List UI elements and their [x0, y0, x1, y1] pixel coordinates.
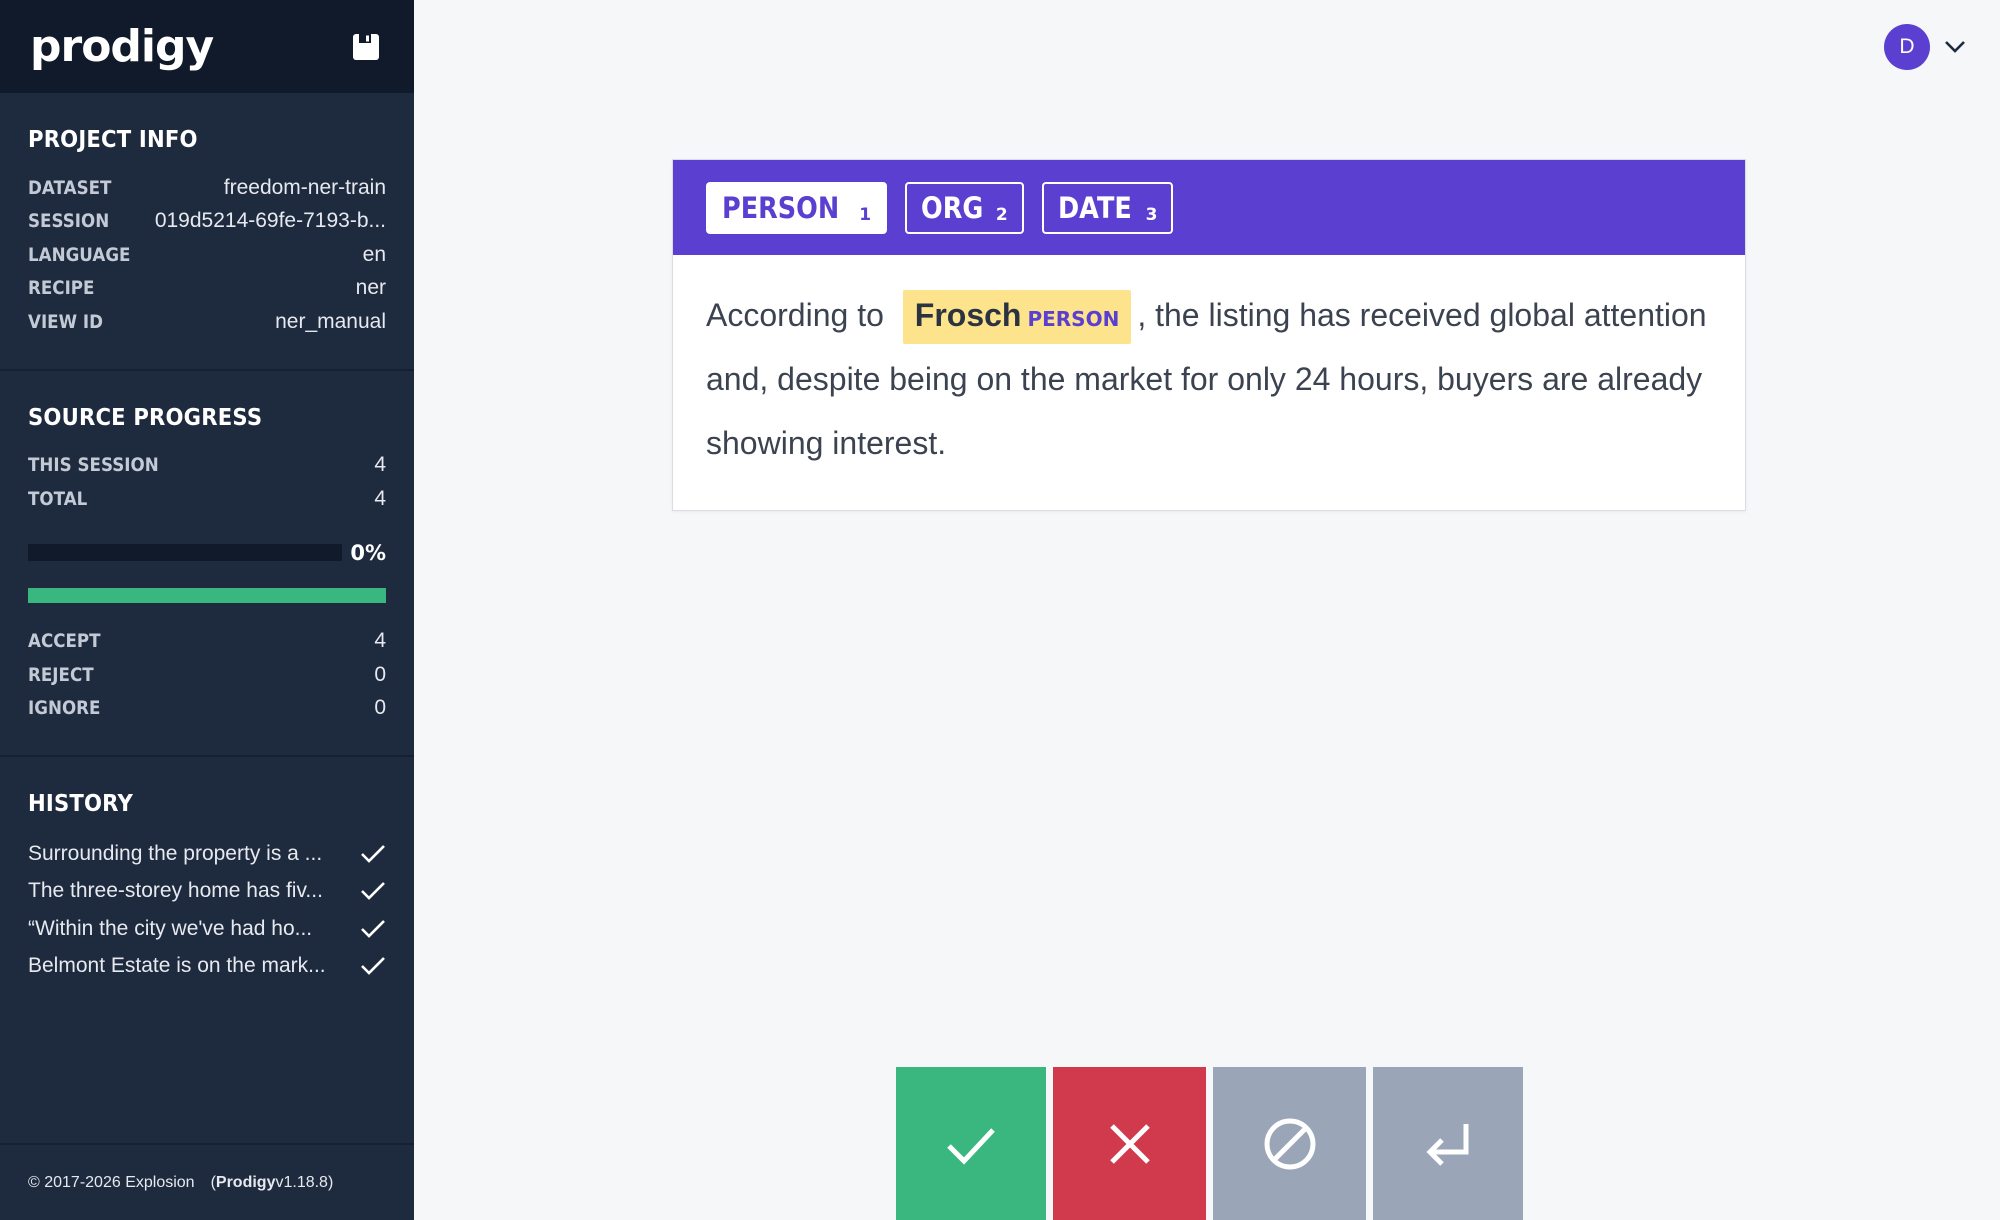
entity-span[interactable]: Frosch PERSON: [902, 290, 1132, 344]
check-icon: [947, 1127, 995, 1165]
accept-count: 4: [374, 629, 386, 653]
save-icon[interactable]: [352, 33, 380, 61]
reject-count: 0: [374, 662, 386, 686]
label-shortcut-key: 1: [859, 204, 872, 225]
this-session-row: THIS SESSION 4: [28, 449, 386, 483]
view-id-key: VIEW ID: [28, 310, 103, 333]
label-name: PERSON: [722, 190, 840, 225]
ignore-row: IGNORE 0: [28, 692, 386, 726]
prodigy-logo: prodigy: [30, 21, 214, 72]
annotation-text[interactable]: According to Frosch PERSON, the listing h…: [673, 255, 1745, 475]
history-item-text: The three-storey home has fiv...: [28, 879, 323, 903]
history-item[interactable]: “Within the city we've had ho...: [28, 910, 386, 948]
language-key: LANGUAGE: [28, 243, 131, 266]
label-name: ORG: [921, 190, 984, 225]
label-shortcut-key: 3: [1145, 204, 1158, 225]
annotation-card: PERSON 1 ORG 2 DATE 3 According to Frosc…: [672, 159, 1746, 511]
project-info-title: PROJECT INFO: [28, 127, 198, 153]
avatar[interactable]: D: [1884, 24, 1930, 70]
session-key: SESSION: [28, 210, 110, 233]
this-session-value: 4: [374, 453, 386, 477]
this-session-key: THIS SESSION: [28, 454, 159, 477]
project-info-row-session: SESSION 019d5214-69fe-7193-b...: [28, 205, 386, 239]
user-menu[interactable]: D: [1884, 24, 1966, 70]
total-row: TOTAL 4: [28, 482, 386, 516]
ignore-key: IGNORE: [28, 697, 101, 720]
version-text: v1.18.8): [275, 1173, 334, 1191]
recipe-key: RECIPE: [28, 277, 95, 300]
dataset-value: freedom-ner-train: [223, 175, 386, 199]
source-progress-section: SOURCE PROGRESS THIS SESSION 4 TOTAL 4 0…: [0, 371, 414, 757]
source-progress-title: SOURCE PROGRESS: [28, 404, 263, 431]
history-title: HISTORY: [28, 791, 133, 817]
check-icon: [361, 882, 385, 901]
entity-label: PERSON: [1027, 307, 1120, 331]
ignore-count: 0: [374, 696, 386, 720]
label-button-person[interactable]: PERSON 1: [706, 181, 888, 234]
project-info-row-view-id: VIEW ID ner_manual: [28, 305, 386, 339]
history-item-text: Surrounding the property is a ...: [28, 841, 323, 865]
accept-row: ACCEPT 4: [28, 625, 386, 659]
accept-key: ACCEPT: [28, 630, 101, 653]
check-icon: [361, 844, 385, 863]
project-info-section: PROJECT INFO DATASET freedom-ner-train S…: [0, 93, 414, 371]
check-icon: [361, 957, 385, 976]
check-icon: [361, 919, 385, 938]
sidebar: prodigy PROJECT INFO DATASET freedom-ner…: [0, 0, 414, 1220]
view-id-value: ner_manual: [275, 309, 386, 333]
progress-percent: 0%: [350, 540, 386, 565]
action-buttons: [896, 1067, 1523, 1220]
recipe-value: ner: [355, 276, 386, 300]
accept-ratio-bar: [28, 587, 386, 603]
reject-key: REJECT: [28, 663, 94, 686]
accept-button[interactable]: [896, 1067, 1046, 1220]
progress-row: 0%: [28, 538, 386, 568]
total-value: 4: [374, 486, 386, 510]
project-info-row-language: LANGUAGE en: [28, 238, 386, 272]
sidebar-footer: © 2017-2026 Explosion ( Prodigy v1.18.8): [0, 1143, 414, 1220]
reject-row: REJECT 0: [28, 658, 386, 692]
product-name: Prodigy: [215, 1173, 276, 1191]
chevron-down-icon[interactable]: [1944, 40, 1966, 54]
label-button-date[interactable]: DATE 3: [1041, 181, 1174, 234]
history-section: HISTORY Surrounding the property is a ..…: [0, 757, 414, 1015]
reject-button[interactable]: [1053, 1067, 1206, 1220]
history-item[interactable]: The three-storey home has fiv...: [28, 873, 386, 911]
label-name: DATE: [1057, 190, 1132, 225]
label-button-org[interactable]: ORG 2: [905, 181, 1024, 234]
undo-icon: [1426, 1123, 1469, 1166]
close-icon: [1109, 1123, 1150, 1164]
history-item[interactable]: Surrounding the property is a ...: [28, 835, 386, 873]
entity-text: Frosch: [914, 297, 1022, 333]
session-value: 019d5214-69fe-7193-b...: [154, 209, 386, 233]
label-shortcut-key: 2: [995, 204, 1008, 225]
project-info-row-dataset: DATASET freedom-ner-train: [28, 171, 386, 205]
undo-button[interactable]: [1373, 1067, 1523, 1220]
history-item-text: “Within the city we've had ho...: [28, 916, 313, 940]
copyright-text: © 2017-2026 Explosion: [28, 1173, 195, 1191]
dataset-key: DATASET: [28, 176, 112, 199]
ignore-icon: [1264, 1118, 1315, 1169]
label-bar: PERSON 1 ORG 2 DATE 3: [673, 160, 1745, 255]
history-item[interactable]: Belmont Estate is on the mark...: [28, 948, 386, 986]
total-key: TOTAL: [28, 487, 88, 510]
text-before-entity: According to: [706, 297, 884, 333]
project-info-row-recipe: RECIPE ner: [28, 272, 386, 306]
progress-bar: [28, 544, 342, 561]
history-item-text: Belmont Estate is on the mark...: [28, 954, 326, 978]
ignore-button[interactable]: [1213, 1067, 1366, 1220]
sidebar-header: prodigy: [0, 0, 414, 93]
language-value: en: [362, 242, 386, 266]
